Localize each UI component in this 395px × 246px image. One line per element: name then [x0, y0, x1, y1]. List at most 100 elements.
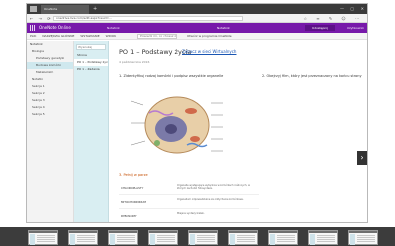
table-row[interactable]: RYBOSOMY Miejsce syntezy białek.: [119, 209, 259, 222]
notebook-header[interactable]: Notatnik: [27, 41, 73, 48]
open-in-desktop-link[interactable]: Otwórz w programie OneNote: [187, 33, 232, 40]
table-value: Organellum odpowiedzialne za oddychanie …: [177, 198, 244, 201]
thumb-bar: [29, 231, 57, 233]
table-value: Organelle występujące wyłącznie w komórk…: [177, 184, 250, 190]
page-list-item[interactable]: PO 1 – Podstawy życia: [74, 59, 108, 66]
page-search-input[interactable]: Wyszukaj: [76, 44, 106, 50]
page-date: 4 października 2016: [119, 60, 150, 64]
section-sidebar: Notatnik Biologia Podstawy genetyki Budowa…: [27, 41, 74, 222]
table-row[interactable]: MITOCHONDRIUM Organellum odpowiedzialne …: [119, 195, 259, 209]
sidebar-section-item[interactable]: Sekcja 3: [27, 97, 73, 104]
page-title[interactable]: PO 1 – Podstawy życia: [119, 48, 191, 56]
table-key: MITOCHONDRIUM: [121, 200, 146, 204]
minimize-icon[interactable]: —: [340, 6, 344, 12]
sidebar-section-item[interactable]: Sekcja 1: [27, 83, 73, 90]
sidebar-section-item[interactable]: Biologia: [27, 48, 73, 55]
thumb-sidebar: [150, 234, 155, 245]
sidebar-section-item[interactable]: Sekcja 4: [27, 104, 73, 111]
browser-window: OneNote + — ▢ ✕ ← → ⟳ onedrive.live.com/…: [26, 3, 368, 223]
label-line-6: [130, 100, 144, 106]
screenshot-thumbnail[interactable]: [228, 230, 258, 245]
thumb-bar: [309, 231, 337, 233]
thumb-body: [37, 235, 55, 242]
screenshot-thumbnail[interactable]: [148, 230, 178, 245]
sidebar-section-item[interactable]: Podstawy genetyki: [27, 55, 73, 62]
tell-me-input[interactable]: Powiedz mi, co chcesz zrobić: [137, 34, 177, 39]
screenshot-thumbnail[interactable]: [308, 230, 338, 245]
address-bar: ← → ⟳ onedrive.live.com/edit.aspx?resid=…: [27, 14, 367, 23]
app-brand[interactable]: OneNote Online: [39, 23, 71, 33]
vesicle: [154, 140, 160, 146]
page-list-item[interactable]: PO 1 – Zadania: [74, 66, 108, 73]
onenote-app-bar: OneNote Online Notatnik Notatnik Udostęp…: [27, 23, 367, 33]
breadcrumb[interactable]: Notatnik: [107, 23, 120, 33]
screenshot-thumbnail[interactable]: [188, 230, 218, 245]
thumb-bar: [269, 231, 297, 233]
section-heading-1[interactable]: 1. Zidentyfikuj rodzaj komórki i podpisz…: [119, 74, 223, 78]
nav-buttons[interactable]: ← → ⟳: [30, 15, 53, 22]
thumb-body: [357, 235, 375, 242]
table-row[interactable]: CHLOROPLASTY Organelle występujące wyłąc…: [119, 181, 259, 195]
thumb-body: [157, 235, 175, 242]
thumb-sidebar: [230, 234, 235, 245]
screenshot-thumbnail[interactable]: [108, 230, 138, 245]
browser-tab-bar: OneNote + — ▢ ✕: [27, 4, 367, 14]
section-heading-3[interactable]: 3. Pełnij w parze: [119, 173, 148, 177]
thumb-body: [317, 235, 335, 242]
thumb-sidebar: [70, 234, 75, 245]
user-name[interactable]: Użytkownik: [347, 23, 364, 33]
thumbnail-filmstrip: [0, 227, 395, 246]
thumb-bar: [349, 231, 377, 233]
screenshot-thumbnail[interactable]: [268, 230, 298, 245]
mitochondrion-2: [190, 136, 200, 142]
app-launcher-icon[interactable]: [30, 25, 36, 31]
thumb-bar: [189, 231, 217, 233]
ribbon-tab-file[interactable]: PLIK: [30, 34, 36, 38]
browser-menu-icon[interactable]: [30, 6, 37, 12]
ribbon-menu: PLIK NARZĘDZIA GŁÓWNE WSTAWIANIE WIDOK: [30, 33, 121, 40]
sidebar-section-item[interactable]: Sekcja 2: [27, 90, 73, 97]
ribbon-tab-view[interactable]: WIDOK: [106, 34, 117, 38]
thumb-bar: [109, 231, 137, 233]
section-heading-2[interactable]: 2. Obejrzyj film, który jest przeznaczon…: [262, 74, 362, 78]
thumb-body: [237, 235, 255, 242]
thumb-bar: [69, 231, 97, 233]
share-button[interactable]: Udostępnij: [305, 25, 335, 31]
sidebar-section-item[interactable]: Sekcja 5: [27, 111, 73, 118]
thumb-sidebar: [110, 234, 115, 245]
thumb-sidebar: [190, 234, 195, 245]
page-canvas[interactable]: PO 1 – Podstawy życia Zobacz w sieci Wir…: [109, 41, 367, 222]
title-link[interactable]: Zobacz w sieci Wirtualnych: [182, 49, 236, 54]
page-list: Wyszukaj Strona PO 1 – Podstawy życia PO 1…: [74, 41, 109, 222]
page-list-item[interactable]: Strona: [74, 52, 108, 59]
maximize-icon[interactable]: ▢: [350, 6, 354, 12]
sidebar-section-item[interactable]: Metabolizm: [27, 69, 73, 76]
cell-diagram[interactable]: [127, 83, 237, 165]
mitochondrion: [185, 108, 197, 114]
label-line-8: [130, 140, 146, 146]
table-key: RYBOSOMY: [121, 214, 137, 218]
thumb-body: [77, 235, 95, 242]
url-field[interactable]: onedrive.live.com/edit.aspx?resid=...: [53, 16, 243, 21]
screenshot-thumbnail[interactable]: [348, 230, 378, 245]
close-icon[interactable]: ✕: [361, 6, 364, 12]
thumb-sidebar: [270, 234, 275, 245]
thumb-sidebar: [350, 234, 355, 245]
sidebar-section-item[interactable]: Budowa komórki: [27, 62, 73, 69]
screenshot-thumbnail[interactable]: [68, 230, 98, 245]
thumb-sidebar: [310, 234, 315, 245]
ribbon-tab-insert[interactable]: WSTAWIANIE: [80, 34, 99, 38]
definitions-table[interactable]: CHLOROPLASTY Organelle występujące wyłąc…: [119, 181, 259, 222]
thumb-body: [277, 235, 295, 242]
document-name: Notatnik: [217, 26, 230, 30]
next-page-arrow-icon[interactable]: ›: [357, 151, 367, 165]
ribbon-tab-home[interactable]: NARZĘDZIA GŁÓWNE: [42, 34, 74, 38]
table-key: CHLOROPLASTY: [121, 186, 144, 190]
sidebar-section-item[interactable]: Notatki: [27, 76, 73, 83]
thumb-bar: [229, 231, 257, 233]
new-tab-button[interactable]: +: [93, 6, 97, 12]
thumb-bar: [149, 231, 177, 233]
browser-tools[interactable]: ☆ ≡ ✎ ☺ ⋯: [303, 15, 363, 22]
browser-tab[interactable]: OneNote: [41, 5, 89, 14]
screenshot-thumbnail[interactable]: [28, 230, 58, 245]
